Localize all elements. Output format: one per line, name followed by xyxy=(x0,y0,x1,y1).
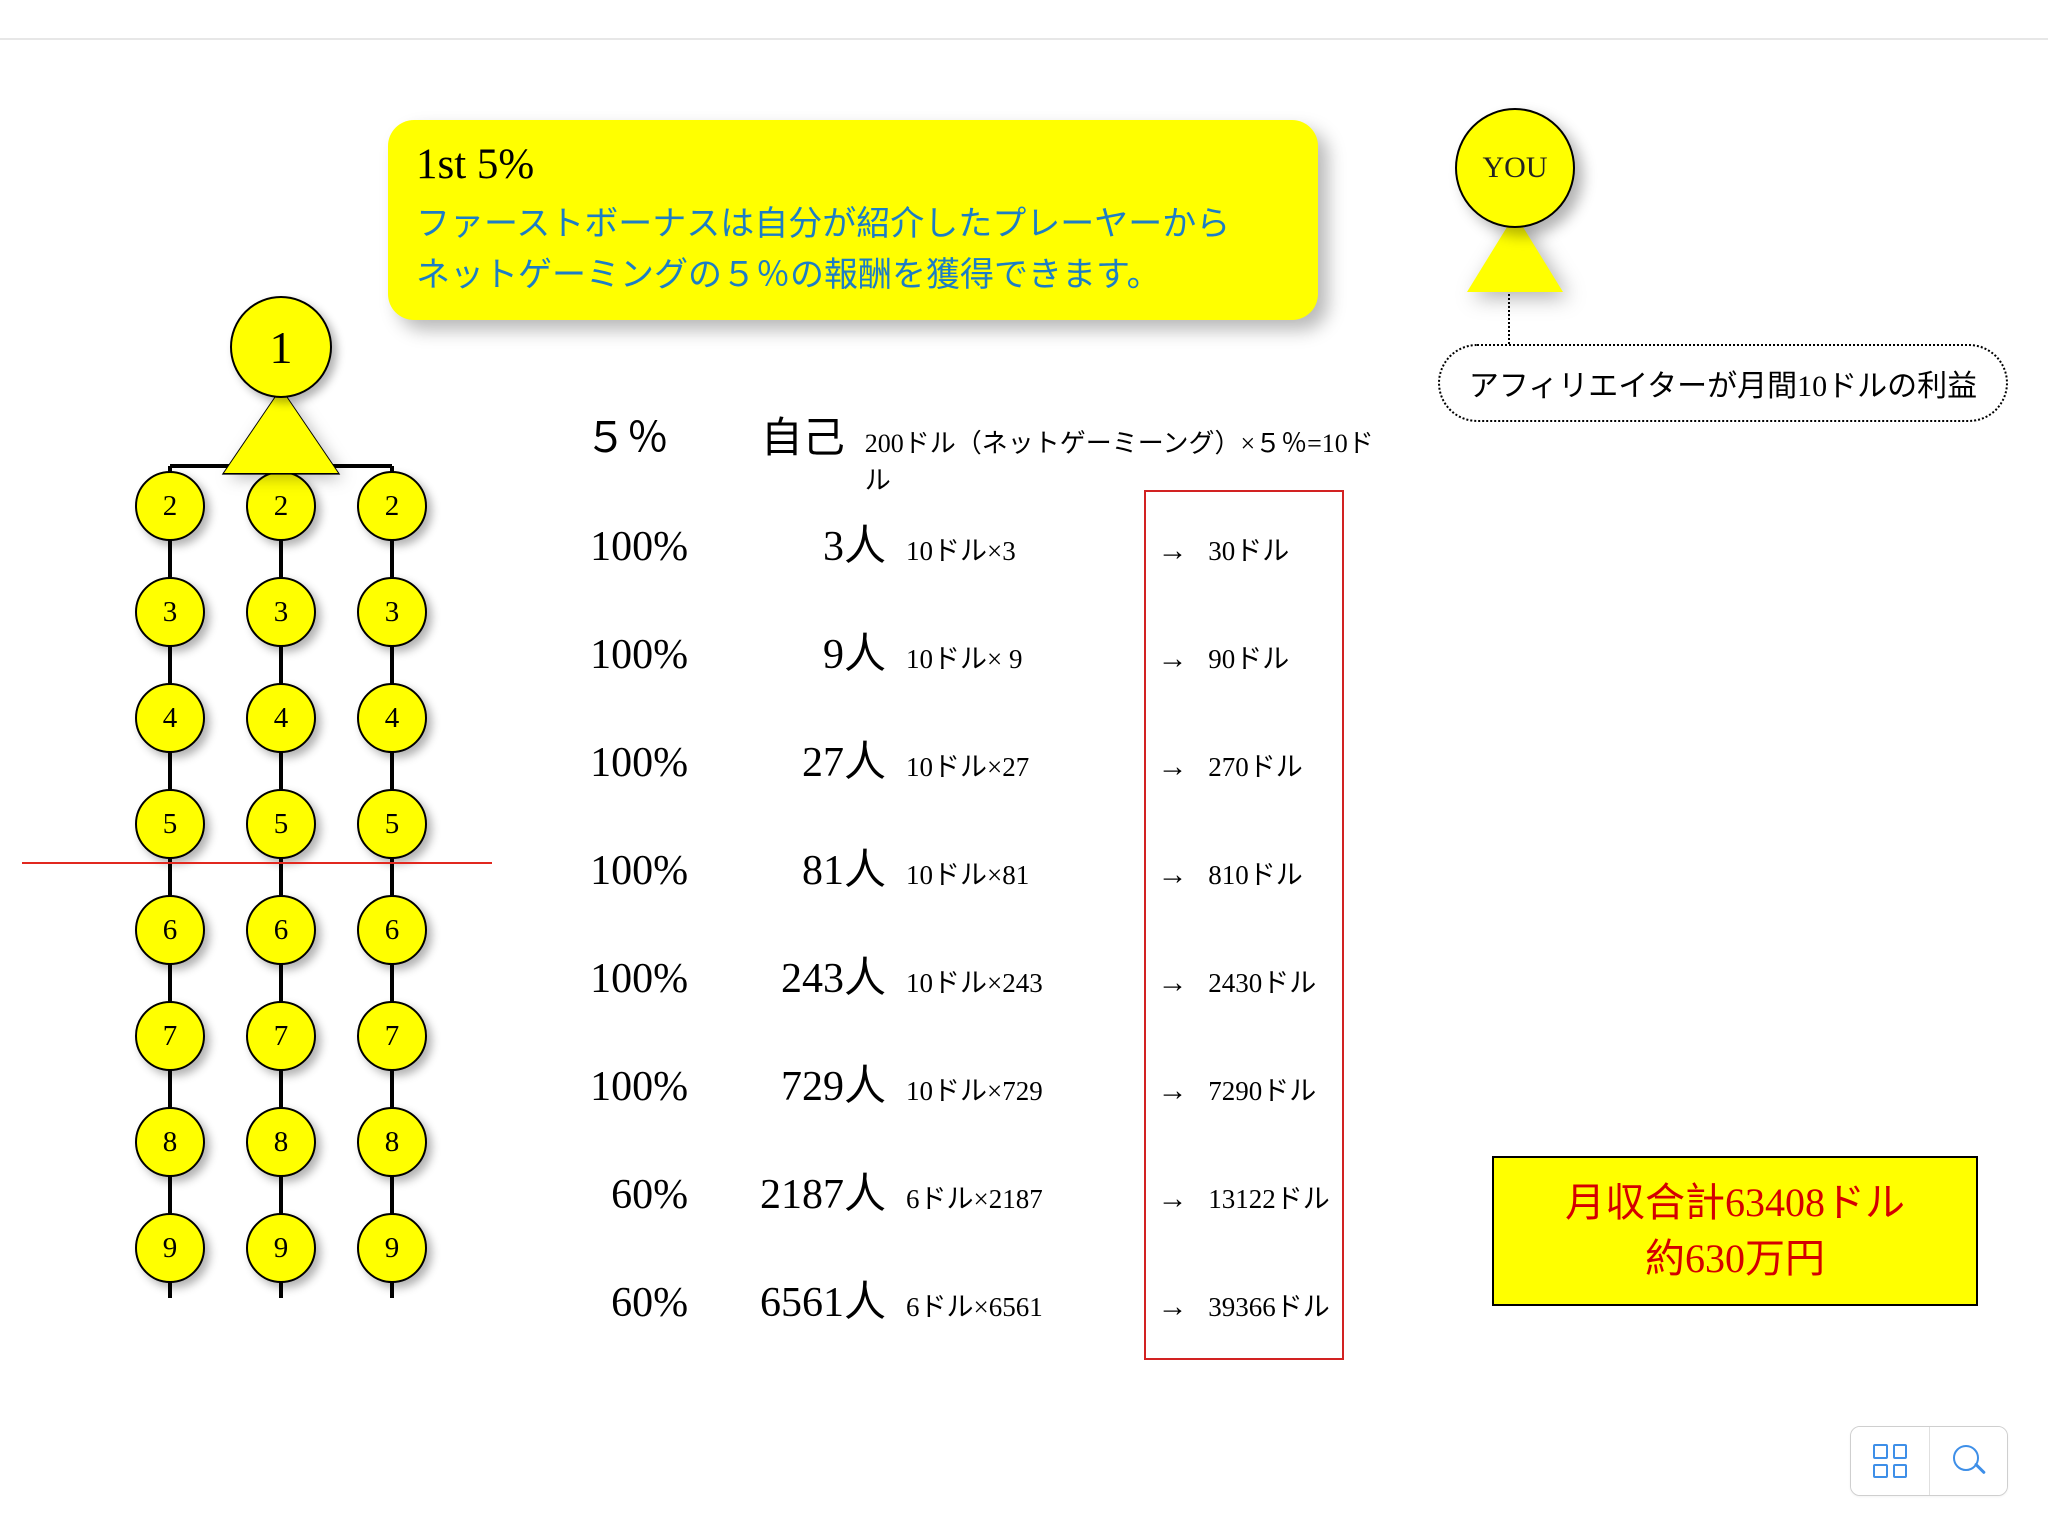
tree-node: 5 xyxy=(135,789,205,859)
grid-icon xyxy=(1873,1444,1907,1478)
row-people: 243人 xyxy=(718,944,906,1005)
tree-node: 3 xyxy=(135,577,205,647)
tree-node: 2 xyxy=(135,471,205,541)
bonus-line-2: ネットゲーミングの５％の報酬を獲得できます。 xyxy=(416,250,1290,301)
viewer-toolbar xyxy=(1850,1426,2008,1496)
row-calc: 10ドル× 9 xyxy=(906,637,1143,676)
row-people: 81人 xyxy=(718,836,906,897)
search-icon xyxy=(1951,1443,1987,1479)
bonus-title: 1st 5% xyxy=(416,140,1290,189)
red-cutoff-line xyxy=(22,862,492,864)
tree-node: 4 xyxy=(357,683,427,753)
tree-node: 8 xyxy=(246,1107,316,1177)
tree-node-top: 1 xyxy=(230,296,332,398)
affiliate-callout: アフィリエイターが月間10ドルの利益 xyxy=(1438,344,2008,422)
you-circle-icon: YOU xyxy=(1455,108,1575,228)
row-percent: 60% xyxy=(540,1171,718,1219)
tree-node: 3 xyxy=(246,577,316,647)
tree-node: 5 xyxy=(246,789,316,859)
row-calc: 6ドル×6561 xyxy=(906,1285,1143,1324)
row-percent: 100% xyxy=(540,847,718,895)
top-triangle-icon xyxy=(224,389,338,473)
tree-node: 9 xyxy=(357,1213,427,1283)
tree-node: 7 xyxy=(246,1001,316,1071)
tree-node: 9 xyxy=(135,1213,205,1283)
affiliate-callout-text: アフィリエイターが月間10ドルの利益 xyxy=(1469,361,1977,405)
row-people: 9人 xyxy=(718,620,906,681)
row-people: 6561人 xyxy=(718,1268,906,1329)
tree-node: 8 xyxy=(135,1107,205,1177)
row-percent: 100% xyxy=(540,739,718,787)
tree-node: 5 xyxy=(357,789,427,859)
row-percent: 100% xyxy=(540,631,718,679)
row-people: 自己 xyxy=(699,404,865,465)
row-calc: 200ドル（ネットゲーミーング）×５％=10ドル xyxy=(865,423,1380,497)
tree-node: 8 xyxy=(357,1107,427,1177)
row-calc: 10ドル×729 xyxy=(906,1069,1143,1108)
tree-node: 2 xyxy=(246,471,316,541)
tree-node: 3 xyxy=(357,577,427,647)
tree-node: 7 xyxy=(135,1001,205,1071)
row-calc: 6ドル×2187 xyxy=(906,1177,1143,1216)
tree-node: 2 xyxy=(357,471,427,541)
top-divider xyxy=(0,38,2048,40)
monthly-total-line2: 約630万円 xyxy=(1645,1231,1825,1287)
tree-node: 4 xyxy=(246,683,316,753)
dashed-connector xyxy=(1508,294,1510,344)
row-calc: 10ドル×243 xyxy=(906,961,1143,1000)
you-figure: YOU xyxy=(1448,108,1582,294)
tree-node: 6 xyxy=(357,895,427,965)
tree-node: 4 xyxy=(135,683,205,753)
monthly-total-box: 月収合計63408ドル 約630万円 xyxy=(1492,1156,1978,1306)
bonus-info-box: 1st 5% ファーストボーナスは自分が紹介したプレーヤーから ネットゲーミング… xyxy=(388,120,1318,320)
tree-node: 7 xyxy=(357,1001,427,1071)
tree-node: 6 xyxy=(246,895,316,965)
results-red-box xyxy=(1144,490,1344,1360)
row-percent: 100% xyxy=(540,1063,718,1111)
row-people: 729人 xyxy=(718,1052,906,1113)
row-calc: 10ドル×3 xyxy=(906,529,1143,568)
row-percent: ５％ xyxy=(540,404,699,465)
tree-node: 9 xyxy=(246,1213,316,1283)
bonus-line-1: ファーストボーナスは自分が紹介したプレーヤーから xyxy=(416,199,1290,250)
thumbnails-button[interactable] xyxy=(1851,1427,1929,1495)
tree-node: 6 xyxy=(135,895,205,965)
row-percent: 100% xyxy=(540,523,718,571)
search-button[interactable] xyxy=(1929,1427,2007,1495)
row-people: 2187人 xyxy=(718,1160,906,1221)
row-percent: 100% xyxy=(540,955,718,1003)
row-calc: 10ドル×27 xyxy=(906,745,1143,784)
row-calc: 10ドル×81 xyxy=(906,853,1143,892)
referral-tree: 1 222333444555666777888999 xyxy=(108,296,454,1334)
row-percent: 60% xyxy=(540,1279,718,1327)
row-people: 3人 xyxy=(718,512,906,573)
row-people: 27人 xyxy=(718,728,906,789)
monthly-total-line1: 月収合計63408ドル xyxy=(1565,1175,1905,1231)
